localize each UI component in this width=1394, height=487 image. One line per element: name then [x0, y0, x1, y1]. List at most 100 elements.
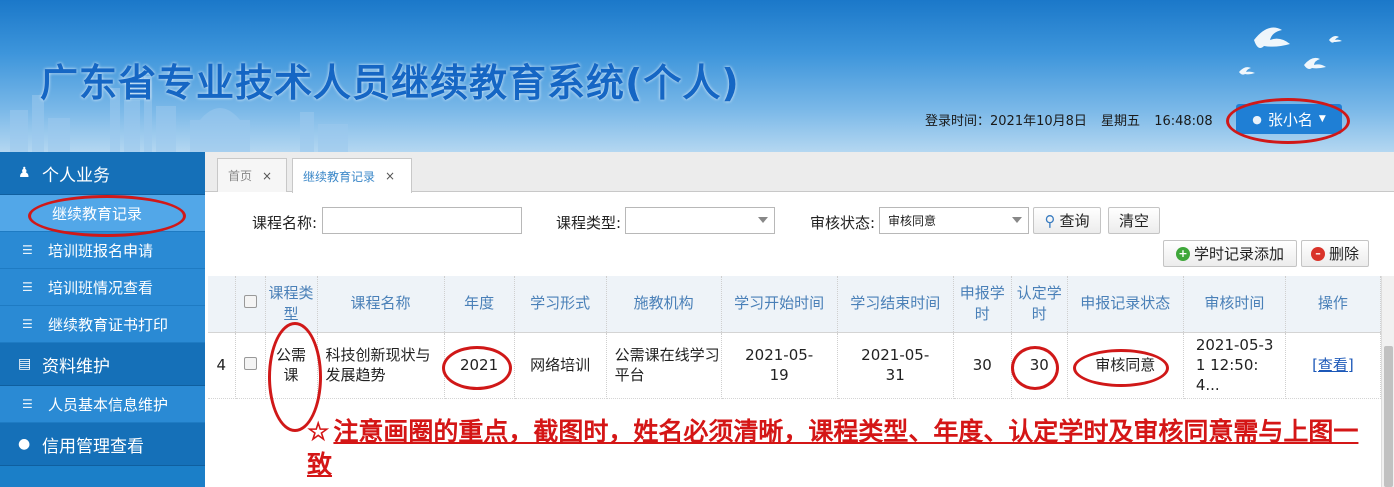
- delete-button-label: 删除: [1328, 245, 1359, 263]
- sidebar-item-label: 继续教育记录: [52, 204, 143, 223]
- sidebar-item-label: 培训班报名申请: [48, 241, 154, 260]
- cell-start-time: 2021-05-19: [721, 332, 838, 399]
- header-record-status: 申报记录状态: [1067, 276, 1184, 333]
- list-icon: ☰: [22, 243, 33, 257]
- course-type-label: 课程类型:: [556, 214, 622, 232]
- search-form: 课程名称: 课程类型: 审核状态: 审核同意 ⚲ 查询 清空: [205, 206, 1394, 236]
- header-declared-hours: 申报学时: [953, 276, 1012, 333]
- sidebar-group-credit[interactable]: ● 信用管理查看: [0, 423, 205, 466]
- search-icon: ⚲: [1044, 211, 1056, 230]
- sidebar-group-label: 资料维护: [42, 356, 110, 377]
- review-status-label: 审核状态:: [810, 214, 876, 232]
- tab-home[interactable]: 首页 ×: [217, 158, 287, 192]
- clock-label: 16:48:08: [1154, 114, 1213, 129]
- cell-review-time: 2021-05-31 12:50:4...: [1183, 332, 1286, 399]
- cell-year: 2021: [444, 332, 515, 399]
- header-end-time: 学习结束时间: [837, 276, 954, 333]
- pin-icon: ●: [18, 436, 31, 452]
- chevron-down-icon: [1012, 217, 1022, 223]
- table-row: 4 公需课 科技创新现状与发展趋势 2021 网络培训 公需课在线学习平台 20…: [208, 332, 1382, 399]
- header-select-all[interactable]: [235, 276, 266, 333]
- cell-course-name: 科技创新现状与发展趋势: [317, 332, 445, 399]
- system-title: 广东省专业技术人员继续教育系统(个人): [40, 61, 740, 105]
- cell-course-type: 公需课: [265, 332, 318, 399]
- user-menu-button[interactable]: ● 张小名 ▼: [1236, 104, 1342, 134]
- view-link[interactable]: [查看]: [1312, 356, 1354, 374]
- header-operation: 操作: [1285, 276, 1382, 333]
- sidebar-group-personal[interactable]: ♟ 个人业务: [0, 152, 205, 195]
- sidebar-item-class-signup[interactable]: ☰ 培训班报名申请: [0, 232, 205, 269]
- scrollbar-thumb[interactable]: [1384, 346, 1393, 487]
- weekday-label: 星期五: [1101, 114, 1141, 129]
- sidebar-group-label: 个人业务: [42, 165, 110, 186]
- list-icon: ☰: [22, 397, 33, 411]
- plus-icon: +: [1175, 246, 1190, 261]
- clear-button-label: 清空: [1118, 212, 1149, 230]
- instruction-text: 注意画圈的重点，截图时，姓名必须清晰，课程类型、年度、认定学时及审核同意需与上图…: [307, 417, 1359, 479]
- close-icon[interactable]: ×: [385, 169, 395, 183]
- login-time-label: 登录时间：2021年10月8日: [925, 114, 1087, 129]
- sidebar-group-data-maintenance[interactable]: ▤ 资料维护: [0, 343, 205, 386]
- minus-icon: –: [1310, 246, 1325, 261]
- header-institution: 施教机构: [606, 276, 722, 333]
- tab-bar: 首页 × 继续教育记录 ×: [205, 152, 1394, 193]
- course-name-input[interactable]: [322, 207, 522, 234]
- login-info: 登录时间：2021年10月8日 星期五 16:48:08: [925, 110, 1223, 129]
- tab-label: 首页: [228, 169, 253, 183]
- user-name: 张小名: [1267, 110, 1313, 129]
- course-type-select[interactable]: [625, 207, 775, 234]
- sidebar-item-class-status[interactable]: ☰ 培训班情况查看: [0, 269, 205, 306]
- row-select[interactable]: [235, 332, 266, 399]
- clear-button[interactable]: 清空: [1108, 207, 1160, 234]
- cell-record-status: 审核同意: [1067, 332, 1184, 399]
- add-hours-record-button[interactable]: + 学时记录添加: [1163, 240, 1297, 267]
- book-icon: ▤: [18, 356, 32, 372]
- sidebar-item-label: 继续教育证书打印: [48, 315, 169, 334]
- cell-study-form: 网络培训: [514, 332, 607, 399]
- list-icon: ☰: [22, 317, 33, 331]
- cell-end-time: 2021-05-31: [837, 332, 954, 399]
- action-bar: + 学时记录添加 – 删除: [205, 239, 1394, 269]
- tab-education-records[interactable]: 继续教育记录 ×: [292, 158, 412, 193]
- close-icon[interactable]: ×: [262, 169, 272, 183]
- sidebar-item-label: 人员基本信息维护: [48, 395, 169, 414]
- header-review-time: 审核时间: [1183, 276, 1286, 333]
- app-header: 广东省专业技术人员继续教育系统(个人) 登录时间：2021年10月8日 星期五 …: [0, 0, 1394, 152]
- chevron-down-icon: [758, 217, 768, 223]
- header-course-name: 课程名称: [317, 276, 445, 333]
- instruction-note: ☆ 注意画圈的重点，截图时，姓名必须清晰，课程类型、年度、认定学时及审核同意需与上…: [307, 415, 1372, 481]
- row-checkbox[interactable]: [243, 357, 257, 370]
- sidebar-item-personal-info[interactable]: ☰ 人员基本信息维护: [0, 386, 205, 423]
- sidebar-item-label: 培训班情况查看: [48, 278, 154, 297]
- header-start-time: 学习开始时间: [721, 276, 838, 333]
- dove-decoration: [1239, 27, 1342, 75]
- header-course-type: 课程类型: [265, 276, 318, 333]
- vertical-scrollbar[interactable]: [1381, 276, 1394, 487]
- course-name-label: 课程名称:: [252, 214, 318, 232]
- select-all-checkbox[interactable]: [243, 295, 257, 309]
- table-header-row: 课程类型 课程名称 年度 学习形式 施教机构 学习开始时间 学习结束时间 申报学…: [208, 276, 1382, 333]
- add-button-label: 学时记录添加: [1193, 245, 1284, 263]
- user-icon: ●: [1252, 112, 1262, 126]
- delete-button[interactable]: – 删除: [1301, 240, 1369, 267]
- tab-label: 继续教育记录: [303, 169, 376, 184]
- star-icon: ☆: [307, 417, 330, 446]
- list-icon: ☰: [22, 280, 33, 294]
- sidebar-item-certificate-print[interactable]: ☰ 继续教育证书打印: [0, 306, 205, 343]
- cell-operation: [查看]: [1285, 332, 1382, 399]
- cell-approved-hours: 30: [1011, 332, 1068, 399]
- cell-institution: 公需课在线学习平台: [606, 332, 722, 399]
- header-study-form: 学习形式: [514, 276, 607, 333]
- sidebar-group-label: 信用管理查看: [42, 436, 144, 457]
- person-icon: ♟: [18, 165, 31, 181]
- header-index: [208, 276, 236, 333]
- review-status-value: 审核同意: [888, 214, 937, 228]
- query-button[interactable]: ⚲ 查询: [1033, 207, 1101, 234]
- header-approved-hours: 认定学时: [1011, 276, 1068, 333]
- sidebar: ♟ 个人业务 继续教育记录 ☰ 培训班报名申请 ☰ 培训班情况查看 ☰ 继续教育…: [0, 152, 205, 487]
- cell-declared-hours: 30: [953, 332, 1012, 399]
- chevron-down-icon: ▼: [1318, 114, 1326, 124]
- row-index: 4: [208, 332, 236, 399]
- sidebar-item-education-records[interactable]: 继续教育记录: [0, 195, 205, 232]
- review-status-select[interactable]: 审核同意: [879, 207, 1029, 234]
